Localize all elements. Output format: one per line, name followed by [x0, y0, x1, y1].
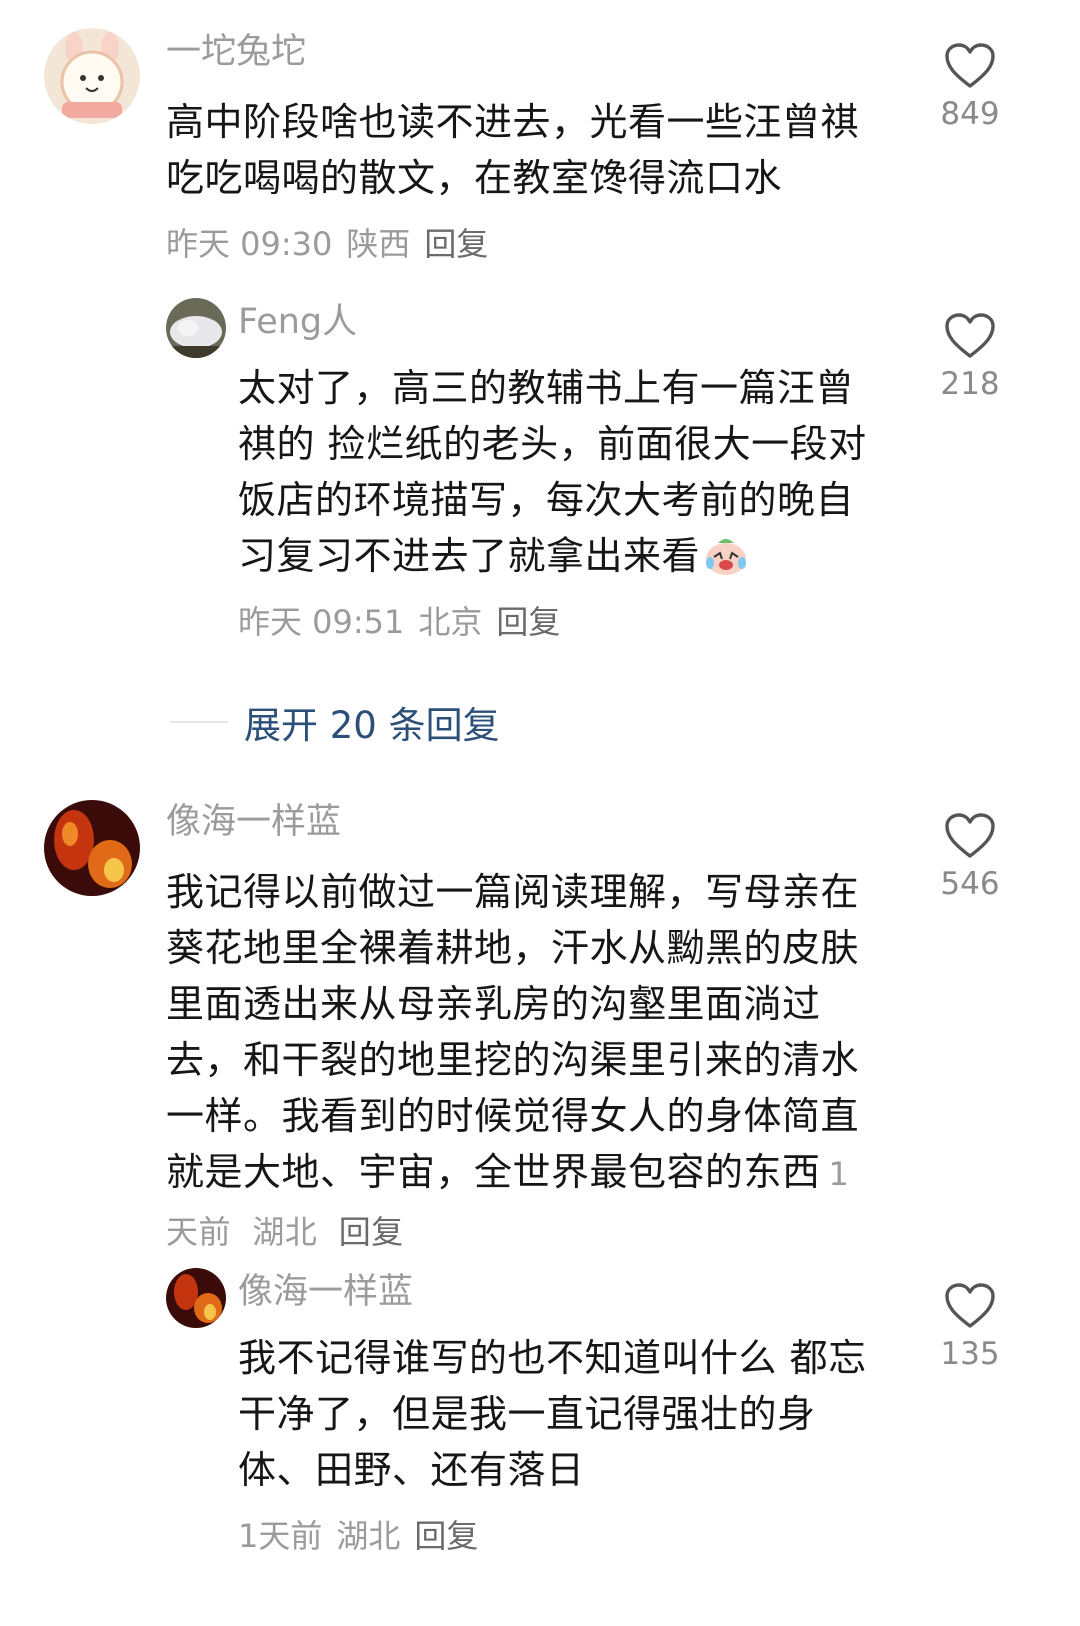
comment-text: 我记得以前做过一篇阅读理解，写母亲在葵花地里全裸着耕地，汗水从黝黑的皮肤里面透出…: [166, 864, 866, 1260]
avatar[interactable]: [166, 298, 226, 358]
username[interactable]: 像海一样蓝: [166, 800, 886, 844]
like-button[interactable]: 546: [915, 812, 1025, 904]
avatar[interactable]: [44, 28, 140, 124]
location: 湖北: [252, 1213, 318, 1251]
expand-replies-button[interactable]: 展开 20 条回复: [244, 695, 500, 749]
timestamp: 昨天 09:30: [166, 225, 333, 263]
like-button[interactable]: 849: [915, 42, 1025, 134]
comment-meta: 1天前 湖北 回复: [238, 1514, 898, 1558]
location: 湖北: [336, 1517, 401, 1555]
heart-outline-icon[interactable]: [944, 42, 996, 90]
heart-outline-icon[interactable]: [944, 1282, 996, 1330]
location: 北京: [418, 603, 483, 641]
fire-avatar-icon: [166, 1268, 226, 1328]
username[interactable]: Feng人: [238, 300, 898, 344]
reply-button[interactable]: 回复: [414, 1517, 478, 1555]
heart-outline-icon[interactable]: [944, 312, 996, 360]
reply-button[interactable]: 回复: [496, 603, 560, 641]
heart-outline-icon[interactable]: [944, 812, 996, 860]
timestamp: 1天前: [238, 1517, 323, 1555]
fire-avatar-icon: [44, 800, 140, 896]
comment-meta: 昨天 09:51 北京 回复: [238, 600, 898, 644]
comment-text-content: 我记得以前做过一篇阅读理解，写母亲在葵花地里全裸着耕地，汗水从黝黑的皮肤里面透出…: [166, 870, 860, 1194]
comment-text: 我不记得谁写的也不知道叫什么 都忘干净了，但是我一直记得强壮的身体、田野、还有落…: [238, 1336, 867, 1492]
timestamp: 昨天 09:51: [238, 603, 405, 641]
rabbit-avatar-icon: [44, 28, 140, 124]
like-count: 546: [940, 866, 1000, 902]
like-count: 218: [940, 366, 1000, 402]
reply-button[interactable]: 回复: [339, 1213, 404, 1251]
expand-replies[interactable]: 展开 20 条回复: [170, 692, 500, 752]
like-count: 135: [940, 1336, 1000, 1372]
comment-text: 太对了，高三的教辅书上有一篇汪曾祺的 捡烂纸的老头，前面很大一段对饭店的环境描写…: [238, 360, 888, 584]
like-button[interactable]: 135: [915, 1282, 1025, 1374]
avatar[interactable]: [166, 1268, 226, 1328]
crying-laughing-emoji: [706, 539, 747, 575]
reply-button[interactable]: 回复: [424, 225, 488, 263]
username[interactable]: 一坨兔坨: [166, 30, 886, 74]
username[interactable]: 像海一样蓝: [238, 1270, 898, 1314]
comment-meta: 昨天 09:30 陕西 回复: [166, 222, 886, 266]
divider: [170, 721, 228, 723]
avatar[interactable]: [44, 800, 140, 896]
like-button[interactable]: 218: [915, 312, 1025, 404]
location: 陕西: [346, 225, 411, 263]
cat-avatar-icon: [166, 298, 226, 358]
comment-text: 高中阶段啥也读不进去，光看一些汪曾祺吃吃喝喝的散文，在教室馋得流口水: [166, 100, 860, 200]
like-count: 849: [940, 96, 1000, 132]
comment-text-content: 太对了，高三的教辅书上有一篇汪曾祺的 捡烂纸的老头，前面很大一段对饭店的环境描写…: [238, 366, 867, 578]
